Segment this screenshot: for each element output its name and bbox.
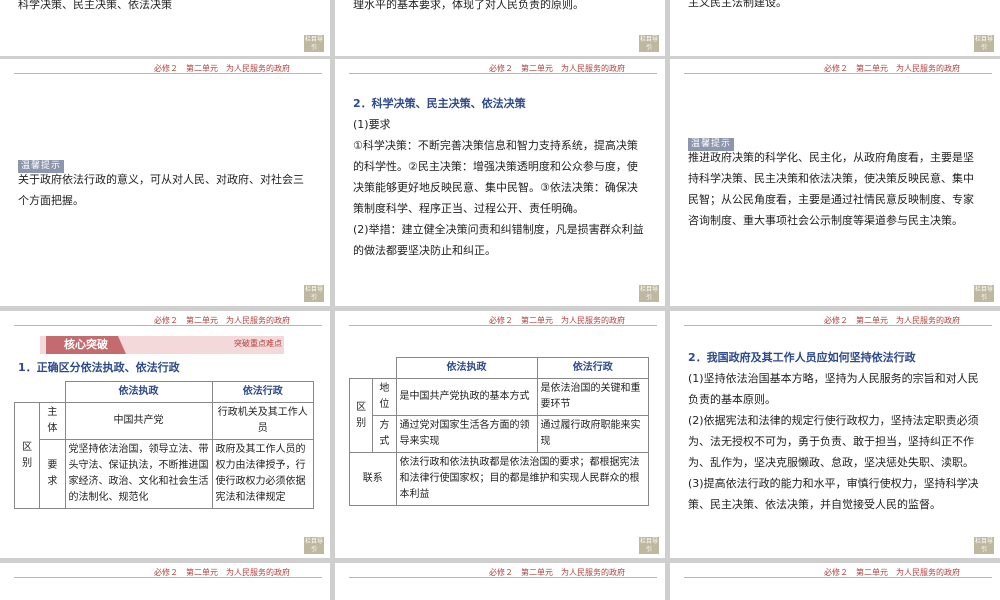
slide-12: 必修２ 第二单元 为人民服务的政府 [670, 563, 1000, 600]
row-label: 要求 [39, 439, 66, 509]
slide-header: 必修２ 第二单元 为人民服务的政府 [335, 63, 665, 74]
nav-button[interactable]: 栏目导引 [304, 537, 324, 554]
slide-text: 主义民主法制建设。 [688, 0, 787, 9]
slide-5: 必修２ 第二单元 为人民服务的政府 2．科学决策、民主决策、依法决策 (1)要求… [335, 59, 665, 306]
slide-1: 科学决策、民主决策、依法决策 栏目导引 [0, 0, 330, 56]
slide-3: 主义民主法制建设。 栏目导引 [670, 0, 1000, 56]
slide-2: 理水平的基本要求，体现了对人民负责的原则。 栏目导引 [335, 0, 665, 56]
core-title: 核心突破 [46, 336, 126, 354]
slide-10: 必修２ 第二单元 为人民服务的政府 [0, 563, 330, 600]
col-head: 依法行政 [211, 381, 314, 403]
table-cell: 是依法治国的关键和重要环节 [536, 378, 649, 416]
table-cell: 是中国共产党执政的基本方式 [395, 378, 538, 416]
nav-button[interactable]: 栏目导引 [639, 285, 659, 302]
slide-11: 必修２ 第二单元 为人民服务的政府 [335, 563, 665, 600]
comparison-table: 依法执政 依法行政 区别 主体 中国共产党 行政机关及其工作人员 要求 党坚持依… [13, 381, 314, 509]
table-cell: 政府及其工作人员的权力由法律授予，行使行政权力必须依据宪法和法律规定 [211, 439, 314, 509]
slide-9: 必修２ 第二单元 为人民服务的政府 2．我国政府及其工作人员应如何坚持依法行政 … [670, 311, 1000, 558]
slide-header: 必修２ 第二单元 为人民服务的政府 [670, 315, 1000, 326]
section-title: 1．正确区分依法执政、依法行政 [18, 361, 180, 374]
slide-header: 必修２ 第二单元 为人民服务的政府 [0, 315, 330, 326]
table-cell: 中国共产党 [64, 402, 213, 440]
table-cell: 依法行政和依法执政都是依法治国的要求；都根据宪法和法律行使国家权；目的都是维护和… [395, 452, 649, 506]
comparison-table: 依法执政 依法行政 区别 地位 是中国共产党执政的基本方式 是依法治国的关键和重… [348, 357, 649, 506]
col-head: 依法执政 [395, 357, 538, 379]
slide-header: 必修２ 第二单元 为人民服务的政府 [335, 315, 665, 326]
table-cell: 行政机关及其工作人员 [211, 402, 314, 440]
nav-button[interactable]: 栏目导引 [639, 35, 659, 52]
slide-8: 必修２ 第二单元 为人民服务的政府 依法执政 依法行政 区别 地位 是中国共产党… [335, 311, 665, 558]
slide-header: 必修２ 第二单元 为人民服务的政府 [670, 63, 1000, 74]
table-cell: 通过履行政府职能来实现 [536, 415, 649, 453]
table-cell: 通过党对国家生活各方面的领导来实现 [395, 415, 538, 453]
row-label: 主体 [39, 402, 66, 440]
table-cell: 党坚持依法治国，领导立法、带头守法、保证执法，不断推进国家经济、政治、文化和社会… [64, 439, 213, 509]
slide-7: 必修２ 第二单元 为人民服务的政府 核心突破 突破重点难点 1．正确区分依法执政… [0, 311, 330, 558]
nav-button[interactable]: 栏目导引 [974, 35, 994, 52]
col-head: 依法行政 [536, 357, 649, 379]
slide-content: 2．科学决策、民主决策、依法决策 (1)要求 ①科学决策：不断完善决策信息和智力… [353, 93, 644, 261]
group-label: 区别 [13, 402, 41, 509]
tip-text: 关于政府依法行政的意义，可从对人民、对政府、对社会三 个方面把握。 [18, 173, 304, 207]
nav-button[interactable]: 栏目导引 [974, 537, 994, 554]
nav-button[interactable]: 栏目导引 [304, 285, 324, 302]
core-subtitle: 突破重点难点 [234, 339, 282, 348]
group-label: 区别 [348, 378, 374, 453]
slide-text: 理水平的基本要求，体现了对人民负责的原则。 [353, 0, 584, 11]
nav-button[interactable]: 栏目导引 [974, 285, 994, 302]
slide-header: 必修２ 第二单元 为人民服务的政府 [670, 567, 1000, 578]
row-label: 方式 [372, 415, 397, 453]
col-head: 依法执政 [64, 381, 213, 403]
section-title: 2．科学决策、民主决策、依法决策 [353, 97, 526, 110]
nav-button[interactable]: 栏目导引 [304, 35, 324, 52]
section-title: 2．我国政府及其工作人员应如何坚持依法行政 [688, 351, 916, 364]
slide-6: 必修２ 第二单元 为人民服务的政府 温馨提示 推进政府决策的科学化、民主化，从政… [670, 59, 1000, 306]
slide-4: 必修２ 第二单元 为人民服务的政府 温馨提示 关于政府依法行政的意义，可从对人民… [0, 59, 330, 306]
row-label: 地位 [372, 378, 397, 416]
row-label: 联系 [349, 452, 397, 506]
nav-button[interactable]: 栏目导引 [639, 537, 659, 554]
slide-header: 必修２ 第二单元 为人民服务的政府 [0, 567, 330, 578]
tip-text: 推进政府决策的科学化、民主化，从政府角度看，主要是坚 持科学决策、民主决策和依法… [688, 151, 974, 227]
slide-header: 必修２ 第二单元 为人民服务的政府 [0, 63, 330, 74]
slide-text: 科学决策、民主决策、依法决策 [18, 0, 172, 11]
slide-header: 必修２ 第二单元 为人民服务的政府 [335, 567, 665, 578]
slide-content: 2．我国政府及其工作人员应如何坚持依法行政 (1)坚持依法治国基本方略，坚持为人… [688, 347, 979, 515]
